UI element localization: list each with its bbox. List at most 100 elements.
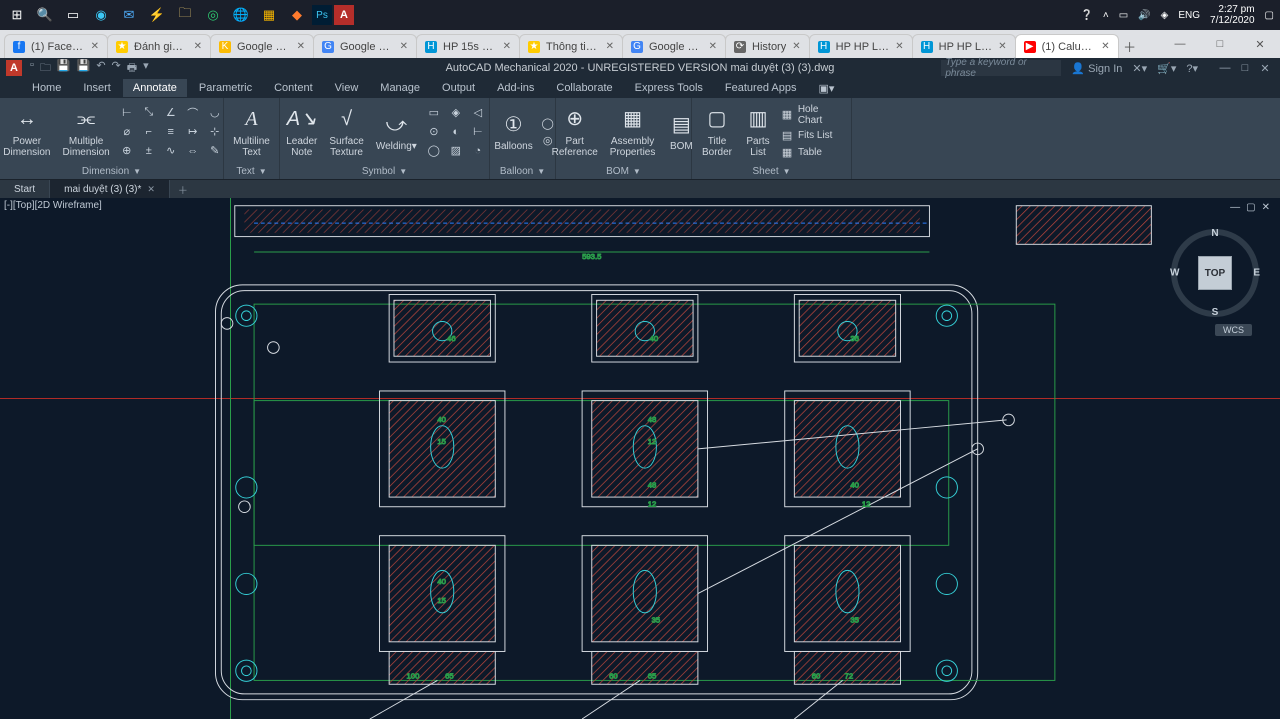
photoshop-icon[interactable]: Ps [312, 5, 332, 25]
ribbon-expand-icon[interactable]: ▣▾ [808, 79, 844, 98]
vc-maximize-icon[interactable]: ▢ [1246, 202, 1255, 213]
menu-tab-home[interactable]: Home [22, 79, 71, 97]
dim-center-icon[interactable]: ⊕ [118, 143, 136, 159]
chrome-tab[interactable]: HHP HP Laptop 1✕ [912, 34, 1016, 58]
chrome-icon[interactable]: 🌐 [228, 2, 254, 28]
qat-saveas-icon[interactable]: 💾 [77, 59, 91, 78]
menu-tab-view[interactable]: View [325, 79, 369, 97]
tab-close-icon[interactable]: ✕ [194, 41, 202, 52]
autocad-icon[interactable]: A [334, 5, 354, 25]
parts-list-button[interactable]: ▥Parts List [740, 106, 776, 158]
tab-close-icon[interactable]: ✕ [91, 41, 99, 52]
datum-icon[interactable]: ◈ [447, 105, 465, 121]
wifi-icon[interactable]: ◈ [1161, 10, 1169, 21]
acad-minimize[interactable]: — [1216, 62, 1234, 75]
qat-new-icon[interactable]: ▫ [30, 59, 34, 78]
new-drawing-tab[interactable]: ＋ [170, 182, 196, 197]
vc-close-icon[interactable]: ✕ [1262, 202, 1270, 213]
drawing-canvas[interactable]: [-][Top][2D Wireframe] [0, 198, 1280, 719]
chrome-tab[interactable]: ⟳History✕ [725, 34, 810, 58]
chrome-tab[interactable]: f(1) Facebook✕ [4, 34, 108, 58]
part-reference-button[interactable]: ⊕Part Reference [548, 106, 602, 158]
tab-close-icon[interactable]: ✕ [503, 41, 511, 52]
search-icon[interactable]: 🔍 [32, 2, 58, 28]
section-icon[interactable]: ▨ [447, 143, 465, 159]
title-border-button[interactable]: ▢Title Border [698, 106, 736, 158]
multiple-dimension-button[interactable]: ⫘Multiple Dimension [59, 106, 114, 158]
explorer-icon[interactable]: 🗀 [172, 2, 198, 28]
dim-radius-icon[interactable]: ◡ [206, 105, 224, 121]
chrome-tab[interactable]: GGoogle Dịch✕ [313, 34, 417, 58]
menu-tab-content[interactable]: Content [264, 79, 323, 97]
menu-tab-insert[interactable]: Insert [73, 79, 121, 97]
power-dimension-button[interactable]: ↔Power Dimension [0, 106, 55, 158]
menu-tab-annotate[interactable]: Annotate [123, 79, 187, 97]
menu-tab-collaborate[interactable]: Collaborate [546, 79, 622, 97]
tab-close-icon[interactable]: ✕ [895, 41, 903, 52]
dim-jog-icon[interactable]: ∿ [162, 143, 180, 159]
menu-tab-parametric[interactable]: Parametric [189, 79, 262, 97]
dim-ordinate-icon[interactable]: ⌐ [140, 124, 158, 140]
dim-tol-icon[interactable]: ± [140, 143, 158, 159]
dim-arc-icon[interactable]: ⌒ [184, 105, 202, 121]
leader-note-button[interactable]: A↘Leader Note [282, 106, 321, 158]
qat-undo-icon[interactable]: ↶ [96, 59, 105, 78]
dim-angular-icon[interactable]: ∠ [162, 105, 180, 121]
new-tab-button[interactable]: ＋ [1118, 34, 1142, 58]
acad-maximize[interactable]: □ [1236, 62, 1254, 75]
chrome-tab[interactable]: ★Đánh giá, review✕ [107, 34, 211, 58]
dim-break-icon[interactable]: ⊹ [206, 124, 224, 140]
qat-plot-icon[interactable]: 🖶 [127, 59, 137, 78]
tab-close-icon[interactable]: ✕ [998, 41, 1006, 52]
dim-continue-icon[interactable]: ↦ [184, 124, 202, 140]
dim-diameter-icon[interactable]: ⌀ [118, 124, 136, 140]
qat-open-icon[interactable]: 🗀 [40, 59, 51, 78]
chrome-maximize[interactable]: □ [1200, 30, 1240, 58]
signin-button[interactable]: 👤 Sign In [1071, 62, 1122, 75]
line-icon[interactable]: ◎ [200, 2, 226, 28]
tab-close-icon[interactable]: ✕ [297, 41, 305, 52]
tab-close-icon[interactable]: ✕ [606, 41, 614, 52]
qat-dd-icon[interactable]: ▾ [143, 59, 149, 78]
tab-close-icon[interactable]: ✕ [1101, 41, 1109, 52]
menu-tab-featured-apps[interactable]: Featured Apps [715, 79, 807, 97]
balloons-button[interactable]: ①Balloons [490, 111, 536, 152]
centerline-icon[interactable]: ⊢ [469, 124, 487, 140]
drawing-tab[interactable]: mai duyệt (3) (3)*✕ [50, 180, 170, 198]
assembly-properties-button[interactable]: ▦Assembly Properties [606, 106, 660, 158]
welding-button[interactable]: ⤻Welding▾ [372, 111, 421, 152]
help-icon[interactable]: ?▾ [1186, 62, 1198, 75]
slides-icon[interactable]: ▦ [256, 2, 282, 28]
dim-linear-icon[interactable]: ⊢ [118, 105, 136, 121]
dim-baseline-icon[interactable]: ≡ [162, 124, 180, 140]
feature-frame-icon[interactable]: ▭ [425, 105, 443, 121]
viewcube-east[interactable]: E [1253, 268, 1260, 279]
task-view-icon[interactable]: ▭ [60, 2, 86, 28]
target-icon[interactable]: ⊙ [425, 124, 443, 140]
chrome-close[interactable]: ✕ [1240, 30, 1280, 58]
menu-tab-express-tools[interactable]: Express Tools [625, 79, 713, 97]
notifications-icon[interactable]: ▢ [1265, 10, 1274, 21]
start-icon[interactable]: ⊞ [4, 2, 30, 28]
volume-icon[interactable]: 🔊 [1138, 10, 1150, 21]
battery-icon[interactable]: ▭ [1119, 10, 1128, 21]
surface-texture-button[interactable]: √Surface Texture [325, 106, 367, 158]
edge-sym-icon[interactable]: ◐ [447, 124, 465, 140]
wcs-badge[interactable]: WCS [1215, 324, 1252, 336]
tray-up-icon[interactable]: ˄ [1103, 10, 1109, 21]
table-button[interactable]: ▦Table [780, 146, 822, 160]
foxit-icon[interactable]: ◆ [284, 2, 310, 28]
bolt-icon[interactable]: ⚡ [144, 2, 170, 28]
menu-tab-manage[interactable]: Manage [370, 79, 430, 97]
chrome-minimize[interactable]: — [1160, 30, 1200, 58]
chrome-tab[interactable]: GGoogle Dịch✕ [622, 34, 726, 58]
dim-space-icon[interactable]: ⇔ [184, 143, 202, 159]
autocad-logo-icon[interactable]: A [6, 60, 22, 76]
chrome-tab[interactable]: HHP 15s du1103T✕ [416, 34, 520, 58]
dim-aligned-icon[interactable]: ⤡ [140, 105, 158, 121]
viewcube-north[interactable]: N [1211, 228, 1218, 239]
taskbar-clock[interactable]: 2:27 pm 7/12/2020 [1210, 4, 1255, 26]
help-tray-icon[interactable]: ❔ [1080, 10, 1092, 21]
tab-close-icon[interactable]: ✕ [792, 41, 800, 52]
help-search-input[interactable]: Type a keyword or phrase [941, 60, 1061, 76]
